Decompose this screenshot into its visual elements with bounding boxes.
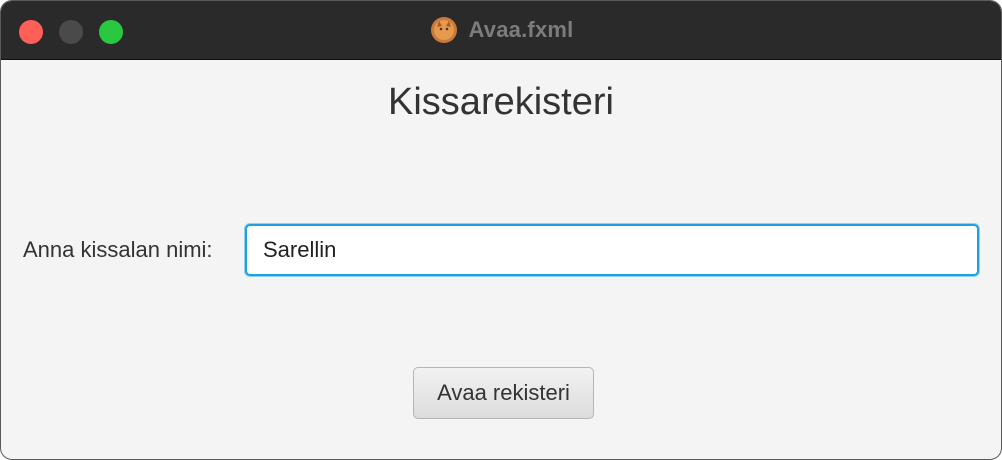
app-window: Avaa.fxml Kissarekisteri Anna kissalan n… — [0, 0, 1002, 460]
open-registry-button[interactable]: Avaa rekisteri — [413, 367, 594, 419]
page-title: Kissarekisteri — [388, 81, 614, 123]
title-bar[interactable]: Avaa.fxml — [1, 1, 1001, 60]
cat-app-icon — [429, 15, 459, 45]
window-title-group: Avaa.fxml — [1, 1, 1001, 59]
cattery-name-input[interactable] — [245, 224, 979, 276]
cattery-name-label: Anna kissalan nimi: — [23, 237, 213, 262]
window-title: Avaa.fxml — [468, 17, 574, 42]
